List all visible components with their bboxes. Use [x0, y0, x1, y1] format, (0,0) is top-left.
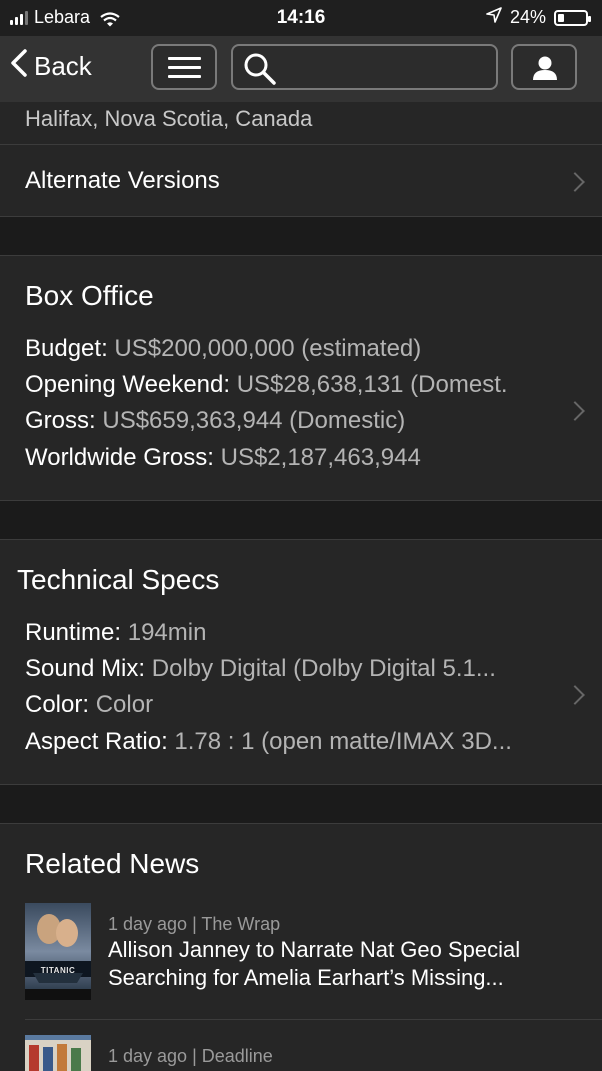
- news-meta: 1 day ago | Deadline: [108, 1046, 273, 1066]
- search-button[interactable]: [231, 44, 498, 90]
- poster-title: TITANIC: [40, 966, 76, 975]
- color-row: Color: Color: [25, 691, 154, 718]
- battery-icon: [554, 9, 591, 26]
- technical-specs-section[interactable]: Technical Specs Runtime: 194min Sound Mi…: [0, 540, 602, 784]
- menu-button[interactable]: [151, 44, 217, 90]
- chevron-left-icon: [10, 48, 28, 85]
- news-meta: 1 day ago | The Wrap: [108, 914, 281, 934]
- search-icon: [243, 52, 277, 91]
- worldwide-gross-row: Worldwide Gross: US$2,187,463,944: [25, 444, 421, 471]
- box-office-title: Box Office: [25, 280, 154, 311]
- news-headline: Allison Janney to Narrate Nat Geo Specia…: [108, 937, 521, 990]
- aspect-ratio-row: Aspect Ratio: 1.78 : 1 (open matte/IMAX …: [25, 728, 512, 755]
- chevron-right-icon: [565, 401, 585, 421]
- technical-specs-title: Technical Specs: [17, 564, 220, 595]
- alternate-versions-label: Alternate Versions: [25, 167, 220, 194]
- hamburger-icon: [168, 57, 201, 78]
- location-arrow-icon: [486, 7, 502, 28]
- status-right: 24%: [486, 7, 591, 28]
- alternate-versions-row[interactable]: Alternate Versions: [0, 145, 602, 216]
- news-thumbnail: TITANIC: [25, 903, 91, 1000]
- box-office-section[interactable]: Box Office Budget: US$200,000,000 (estim…: [0, 256, 602, 500]
- status-bar: Lebara 14:16 24%: [0, 0, 602, 36]
- user-icon: [532, 56, 558, 85]
- related-news-title: Related News: [25, 848, 200, 879]
- sound-mix-row: Sound Mix: Dolby Digital (Dolby Digital …: [25, 655, 496, 682]
- gross-row: Gross: US$659,363,944 (Domestic): [25, 407, 406, 434]
- opening-weekend-row: Opening Weekend: US$28,638,131 (Domest.: [25, 371, 508, 398]
- related-news-section: Related News TITANIC 1 day ago | The Wra…: [0, 824, 602, 1071]
- battery-percent: 24%: [509, 7, 546, 27]
- chevron-right-icon: [565, 685, 585, 705]
- nav-bar: Back: [0, 36, 602, 102]
- budget-row: Budget: US$200,000,000 (estimated): [25, 335, 422, 362]
- runtime-row: Runtime: 194min: [25, 619, 207, 646]
- back-label: Back: [34, 51, 92, 81]
- news-thumbnail: [25, 1035, 91, 1071]
- filming-location-row: Halifax, Nova Scotia, Canada: [0, 102, 602, 144]
- profile-button[interactable]: [511, 44, 577, 90]
- back-button[interactable]: Back: [10, 48, 92, 85]
- filming-location: Halifax, Nova Scotia, Canada: [25, 106, 313, 131]
- chevron-right-icon: [565, 172, 585, 192]
